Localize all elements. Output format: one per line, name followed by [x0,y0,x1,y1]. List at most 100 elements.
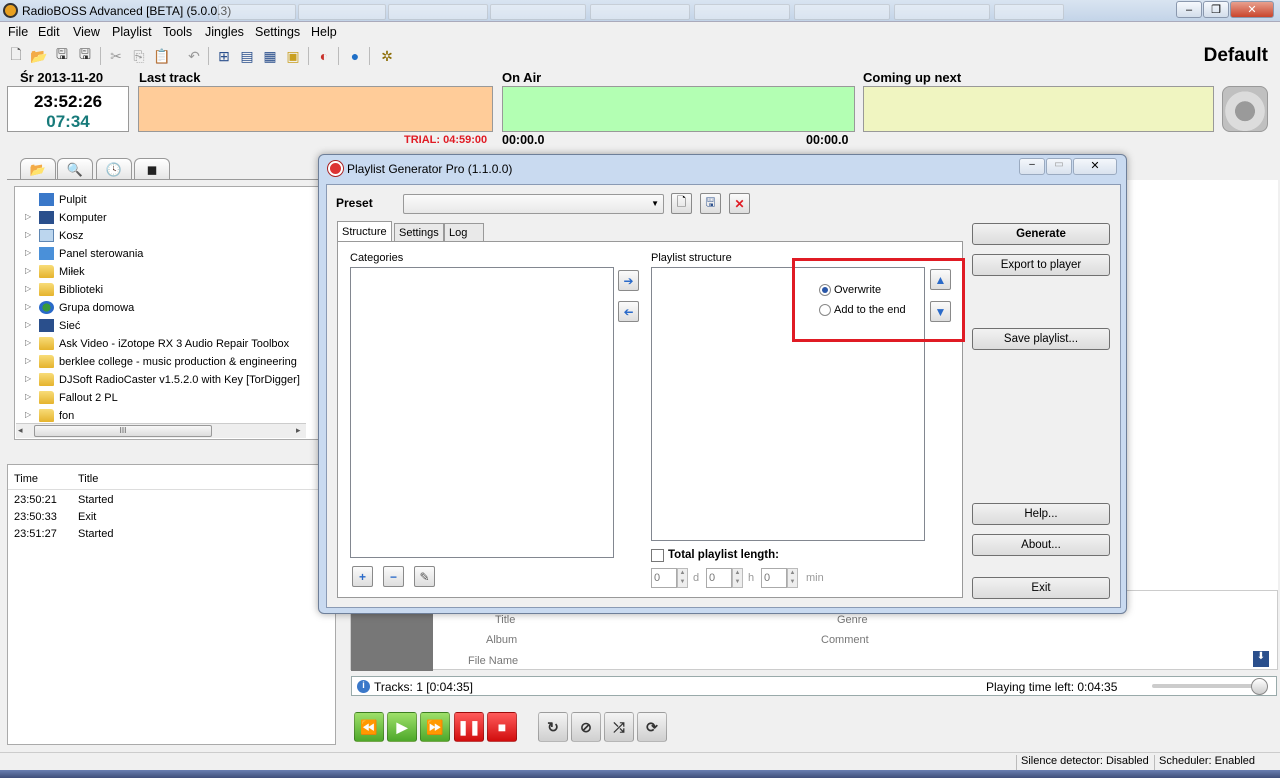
speaker-icon[interactable] [1222,86,1268,132]
menu-edit[interactable]: Edit [38,25,60,39]
download-icon[interactable]: ⬇ [1253,651,1269,667]
hours-input[interactable]: 0 [706,568,732,588]
minutes-input[interactable]: 0 [761,568,787,588]
scroll-right-icon[interactable]: ▸ [296,425,301,436]
add-playlist-icon[interactable]: ▦ [260,46,280,66]
menu-tools[interactable]: Tools [163,25,192,39]
hours-spinner[interactable]: ▲ ▼ [732,568,743,588]
save-playlist-button[interactable]: Save playlist... [972,328,1110,350]
edit-category-icon[interactable]: ✎ [414,566,435,587]
tree-item-folder[interactable]: ▷ Ask Video - iZotope RX 3 Audio Repair T… [15,335,315,353]
tree-item-panel[interactable]: ▷ Panel sterowania [15,245,315,263]
new-preset-icon[interactable]: 🗋 [671,193,692,214]
paste-icon[interactable]: 📋 [152,46,172,66]
scroll-left-icon[interactable]: ◂ [18,425,23,436]
expand-arrow-icon[interactable]: ▷ [25,392,31,401]
save-preset-icon[interactable]: 🖫 [700,193,721,214]
tab-structure[interactable]: Structure [337,221,392,242]
tree-item-pulpit[interactable]: Pulpit [15,191,315,209]
menu-settings[interactable]: Settings [255,25,300,39]
cut-icon[interactable]: ✂ [106,46,126,66]
expand-arrow-icon[interactable]: ▷ [25,356,31,365]
globe-icon[interactable]: ● [345,46,365,66]
copy-icon[interactable]: ⎘ [129,46,149,66]
dialog-minimize-button[interactable]: ‒ [1019,158,1045,175]
tree-item-milek[interactable]: ▷ Miłek [15,263,315,281]
minimize-button[interactable]: ‒ [1176,1,1202,18]
expand-arrow-icon[interactable]: ▷ [25,212,31,221]
scheduler-status[interactable]: Scheduler: Enabled [1154,755,1276,770]
add-folder-icon[interactable]: ▤ [237,46,257,66]
tree-item-biblioteki[interactable]: ▷ Biblioteki [15,281,315,299]
repeat-button[interactable]: ⟳ [637,712,667,742]
minutes-spinner[interactable]: ▲ ▼ [787,568,798,588]
volume-slider-track[interactable] [1152,684,1264,688]
log-column-title[interactable]: Title [78,473,98,485]
tree-item-folder[interactable]: ▷ Fallout 2 PL [15,389,315,407]
repeat-one-button[interactable]: ↻ [538,712,568,742]
menu-help[interactable]: Help [311,25,337,39]
delete-preset-icon[interactable]: ✕ [729,193,750,214]
preset-dropdown[interactable]: ▼ [403,194,664,214]
folder-tab-icon[interactable]: 📂 [20,158,56,180]
open-folder-icon[interactable]: 📂 [29,46,49,66]
arrow-left-icon[interactable]: ➔ [618,301,639,322]
expand-arrow-icon[interactable]: ▷ [25,230,31,239]
menu-playlist[interactable]: Playlist [112,25,152,39]
expand-arrow-icon[interactable]: ▷ [25,410,31,419]
arrow-right-icon[interactable]: ➔ [618,270,639,291]
tree-item-kosz[interactable]: ▷ Kosz [15,227,315,245]
tree-item-folder[interactable]: ▷ DJSoft RadioCaster v1.5.2.0 with Key [T… [15,371,315,389]
tree-item-komputer[interactable]: ▷ Komputer [15,209,315,227]
menu-jingles[interactable]: Jingles [205,25,244,39]
add-jingle-icon[interactable]: ▣ [283,46,303,66]
close-button[interactable]: ✕ [1230,1,1274,18]
tree-item-siec[interactable]: ▷ Sieć [15,317,315,335]
expand-arrow-icon[interactable]: ▷ [25,266,31,275]
exit-button[interactable]: Exit [972,577,1110,599]
disable-button[interactable]: ⊘ [571,712,601,742]
search-tab-icon[interactable]: 🔍 [57,158,93,180]
shuffle-button[interactable]: ⤮ [604,712,634,742]
volume-slider-thumb[interactable] [1251,678,1268,695]
play-button[interactable]: ▶ [387,712,417,742]
days-spinner[interactable]: ▲ ▼ [677,568,688,588]
save-as-icon[interactable]: 🖫 [75,46,95,66]
expand-arrow-icon[interactable]: ▷ [25,284,31,293]
tab-settings[interactable]: Settings [394,223,444,242]
history-tab-icon[interactable]: 🕓 [96,158,132,180]
about-button[interactable]: About... [972,534,1110,556]
pause-button[interactable]: ❚❚ [454,712,484,742]
scroll-thumb[interactable]: III [34,425,212,437]
tree-item-folder[interactable]: ▷ berklee college - music production & en… [15,353,315,371]
mixer-icon[interactable]: ◐ [314,46,334,66]
forward-button[interactable]: ⏩ [420,712,450,742]
menu-file[interactable]: File [8,25,28,39]
rewind-button[interactable]: ⏪ [354,712,384,742]
add-category-icon[interactable]: + [352,566,373,587]
generate-button[interactable]: Generate [972,223,1110,245]
save-icon[interactable]: 🖫 [52,46,72,66]
export-to-player-button[interactable]: Export to player [972,254,1110,276]
dialog-maximize-button[interactable]: ▭ [1046,158,1072,175]
remove-category-icon[interactable]: − [383,566,404,587]
undo-icon[interactable]: ↶ [184,46,204,66]
tab-log[interactable]: Log [444,223,484,242]
plugin-icon[interactable]: ✲ [377,46,397,66]
expand-arrow-icon[interactable]: ▷ [25,302,31,311]
new-file-icon[interactable]: 🗋 [6,46,26,66]
log-column-time[interactable]: Time [14,473,38,485]
expand-arrow-icon[interactable]: ▷ [25,374,31,383]
cue-tab-icon[interactable]: ◼ [134,158,170,180]
dialog-close-button[interactable]: ✕ [1073,158,1117,175]
expand-arrow-icon[interactable]: ▷ [25,248,31,257]
days-input[interactable]: 0 [651,568,677,588]
silence-detector-status[interactable]: Silence detector: Disabled [1016,755,1153,770]
stop-button[interactable]: ■ [487,712,517,742]
menu-view[interactable]: View [73,25,100,39]
total-length-checkbox[interactable] [651,549,664,562]
expand-arrow-icon[interactable]: ▷ [25,338,31,347]
categories-list[interactable] [350,267,614,558]
help-button[interactable]: Help... [972,503,1110,525]
maximize-button[interactable]: ❐ [1203,1,1229,18]
